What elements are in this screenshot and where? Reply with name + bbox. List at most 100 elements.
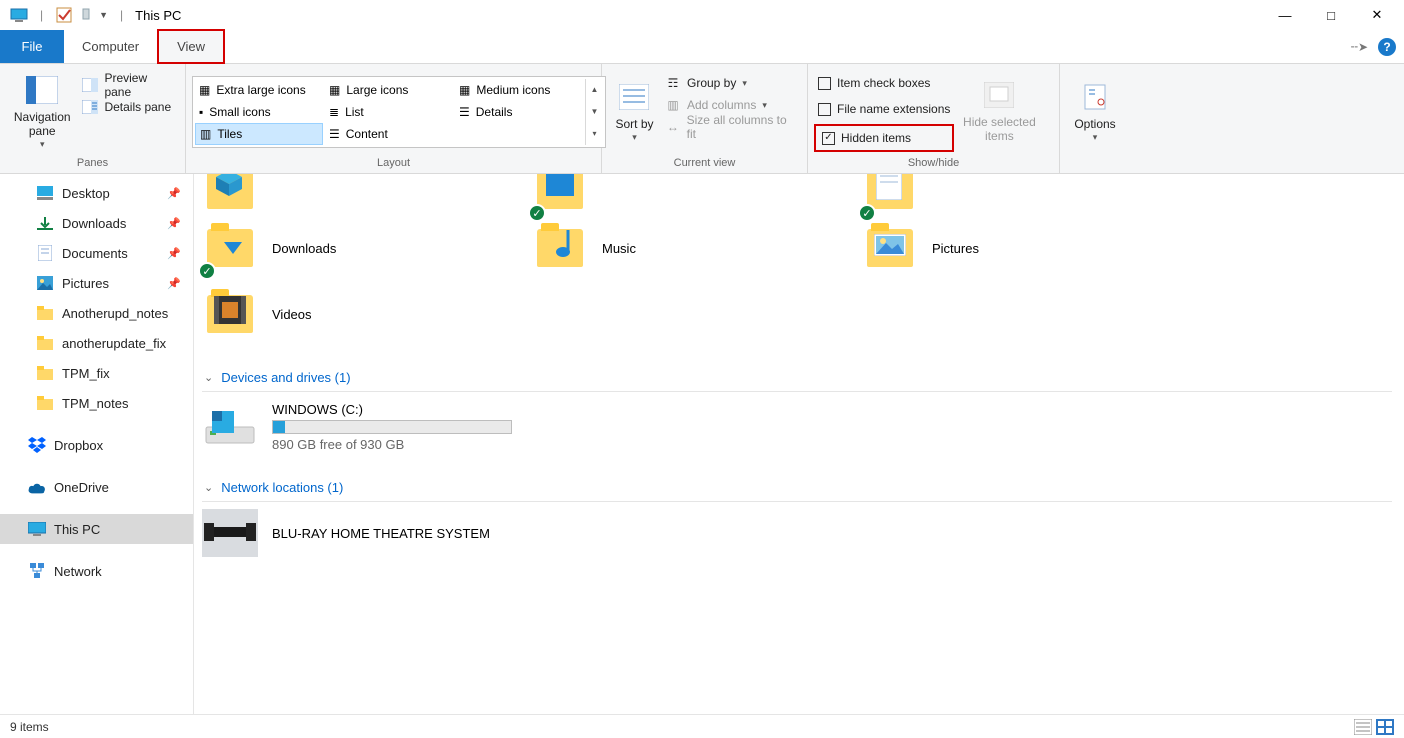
network-location-name: BLU-RAY HOME THEATRE SYSTEM — [272, 526, 490, 541]
layout-gallery[interactable]: ▦Extra large icons ▪Small icons ▥Tiles ▦… — [192, 76, 606, 148]
folder-icon: ✓ — [862, 174, 918, 218]
tree-item-this-pc[interactable]: This PC — [0, 514, 193, 544]
folder-item-pictures[interactable]: Pictures — [862, 220, 1112, 276]
drive-icon — [202, 406, 258, 448]
group-by-button[interactable]: ☶Group by — [661, 72, 801, 94]
tree-item-network[interactable]: Network — [0, 556, 193, 586]
drive-usage-fill — [273, 421, 285, 433]
group-label-panes: Panes — [6, 155, 179, 171]
hidden-items-toggle[interactable]: Hidden items — [818, 127, 950, 149]
tree-item-downloads[interactable]: Downloads📌 — [0, 208, 193, 238]
preview-pane-button[interactable]: Preview pane — [78, 74, 179, 96]
options-button[interactable]: Options ▾ — [1066, 68, 1124, 154]
tree-item-folder[interactable]: TPM_notes — [0, 388, 193, 418]
pc-icon — [10, 6, 28, 24]
navigation-pane-button[interactable]: Navigation pane ▾ — [6, 68, 78, 154]
tab-view[interactable]: View — [157, 29, 225, 64]
folder-icon — [862, 220, 918, 276]
onedrive-icon — [28, 478, 46, 496]
folder-item-3d-objects[interactable]: 3D Objects — [202, 174, 452, 210]
tree-item-dropbox[interactable]: Dropbox — [0, 430, 193, 460]
layout-large[interactable]: ▦Large icons — [325, 79, 453, 101]
view-large-icons-icon[interactable] — [1376, 719, 1394, 735]
main-area: Desktop📌 Downloads📌 Documents📌 Pictures📌… — [0, 174, 1404, 714]
folder-icon — [202, 174, 258, 218]
documents-icon — [36, 244, 54, 262]
tree-item-pictures[interactable]: Pictures📌 — [0, 268, 193, 298]
desktop-icon — [36, 184, 54, 202]
details-pane-button[interactable]: Details pane — [78, 96, 179, 118]
drive-item-c[interactable]: WINDOWS (C:) 890 GB free of 930 GB — [202, 402, 1392, 452]
layout-tiles[interactable]: ▥Tiles — [195, 123, 323, 145]
group-label-current-view: Current view — [608, 155, 801, 171]
folder-item-documents[interactable]: ✓ Documents — [862, 174, 1112, 210]
layout-extra-large[interactable]: ▦Extra large icons — [195, 79, 323, 101]
folder-item-videos[interactable]: Videos — [202, 286, 452, 342]
minimize-ribbon-icon[interactable]: ╌➤ — [1351, 40, 1368, 54]
close-button[interactable]: ✕ — [1354, 0, 1400, 30]
chevron-down-icon: ⌄ — [204, 481, 213, 494]
folder-icon: ✓ — [532, 174, 588, 218]
layout-content[interactable]: ☰Content — [325, 123, 453, 145]
tab-computer[interactable]: Computer — [64, 30, 157, 63]
tree-item-folder[interactable]: TPM_fix — [0, 358, 193, 388]
network-location-item[interactable]: BLU-RAY HOME THEATRE SYSTEM — [202, 512, 1392, 554]
maximize-button[interactable]: □ — [1308, 0, 1354, 30]
tab-file[interactable]: File — [0, 30, 64, 63]
file-name-extensions-toggle[interactable]: File name extensions — [814, 98, 954, 120]
hidden-items-highlight: Hidden items — [814, 124, 954, 152]
tree-item-documents[interactable]: Documents📌 — [0, 238, 193, 268]
item-check-boxes-toggle[interactable]: Item check boxes — [814, 72, 954, 94]
folder-icon — [36, 334, 54, 352]
sync-badge-icon: ✓ — [198, 262, 216, 280]
item-count: 9 items — [10, 720, 49, 734]
layout-medium[interactable]: ▦Medium icons — [455, 79, 583, 101]
properties-check-icon[interactable] — [55, 6, 73, 24]
layout-small[interactable]: ▪Small icons — [195, 101, 323, 123]
size-columns-button: ↔Size all columns to fit — [661, 116, 801, 138]
pin-icon: 📌 — [167, 277, 181, 290]
quick-access-toolbar: | ▼ | This PC — [4, 6, 181, 24]
folder-icon — [36, 394, 54, 412]
layout-more[interactable]: ▾ — [586, 123, 603, 145]
tree-item-folder[interactable]: anotherupdate_fix — [0, 328, 193, 358]
media-device-icon — [202, 512, 258, 554]
tree-item-desktop[interactable]: Desktop📌 — [0, 178, 193, 208]
network-icon — [28, 562, 46, 580]
drive-name: WINDOWS (C:) — [272, 402, 512, 417]
section-network-locations[interactable]: ⌄ Network locations (1) — [202, 476, 1392, 502]
pc-icon — [28, 520, 46, 538]
help-icon[interactable]: ? — [1378, 38, 1396, 56]
window-buttons: — □ ✕ — [1262, 0, 1400, 30]
separator: | — [40, 8, 43, 22]
layout-scroll-down[interactable]: ▼ — [586, 101, 603, 123]
qat-dropdown-icon[interactable]: ▼ — [99, 10, 108, 20]
dropbox-icon — [28, 436, 46, 454]
folder-item-desktop[interactable]: ✓ Desktop — [532, 174, 782, 210]
ribbon-tabs: File Computer View ╌➤ ? — [0, 30, 1404, 64]
pin-icon: 📌 — [167, 217, 181, 230]
chevron-down-icon: ⌄ — [204, 371, 213, 384]
folder-icon — [36, 364, 54, 382]
qat-menu-icon[interactable] — [77, 6, 95, 24]
sort-by-button[interactable]: Sort by ▾ — [608, 68, 661, 154]
navigation-tree[interactable]: Desktop📌 Downloads📌 Documents📌 Pictures📌… — [0, 174, 194, 714]
layout-details[interactable]: ☰Details — [455, 101, 583, 123]
folder-item-downloads[interactable]: ✓ Downloads — [202, 220, 452, 276]
folder-icon: ✓ — [202, 220, 258, 276]
content-pane[interactable]: 3D Objects ✓ Desktop ✓ Documents ✓ Downl… — [194, 174, 1404, 714]
drive-usage-bar — [272, 420, 512, 434]
folder-item-music[interactable]: Music — [532, 220, 782, 276]
status-bar: 9 items — [0, 714, 1404, 738]
tree-item-onedrive[interactable]: OneDrive — [0, 472, 193, 502]
layout-scroll-up[interactable]: ▲ — [586, 79, 603, 101]
tree-item-folder[interactable]: Anotherupd_notes — [0, 298, 193, 328]
layout-list[interactable]: ≣List — [325, 101, 453, 123]
drive-free-text: 890 GB free of 930 GB — [272, 437, 512, 452]
minimize-button[interactable]: — — [1262, 0, 1308, 30]
group-label-layout: Layout — [192, 155, 595, 171]
section-devices-and-drives[interactable]: ⌄ Devices and drives (1) — [202, 366, 1392, 392]
title-bar: | ▼ | This PC — □ ✕ — [0, 0, 1404, 30]
view-details-icon[interactable] — [1354, 719, 1372, 735]
downloads-icon — [36, 214, 54, 232]
